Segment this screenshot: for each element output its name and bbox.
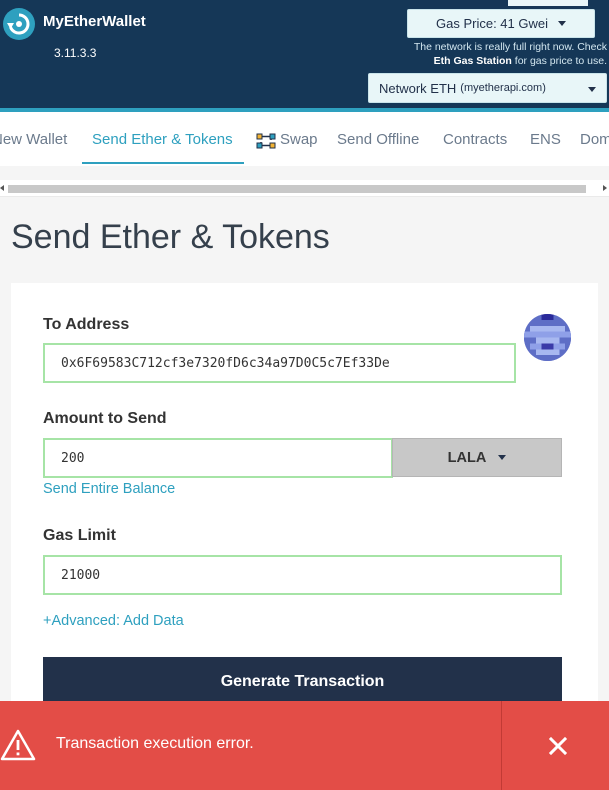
nav-active-underline	[82, 162, 244, 164]
send-entire-balance-link[interactable]: Send Entire Balance	[43, 481, 175, 497]
brand-name: MyEtherWallet	[43, 13, 146, 30]
amount-label: Amount to Send	[43, 410, 167, 427]
close-icon[interactable]	[548, 736, 568, 756]
nav-swap[interactable]: Swap	[280, 131, 318, 148]
network-msg-line1: The network is really full right now. Ch…	[413, 41, 607, 53]
gas-strip	[508, 0, 588, 6]
advanced-add-data-link[interactable]: +Advanced: Add Data	[43, 613, 184, 629]
amount-input[interactable]: 200	[43, 438, 393, 478]
header: MyEtherWallet 3.11.3.3 Gas Price: 41 Gwe…	[0, 0, 609, 112]
nav-scrollbar[interactable]	[0, 180, 609, 197]
gas-price-label: Gas Price: 41 Gwei	[436, 16, 548, 31]
nav-send-offline[interactable]: Send Offline	[337, 131, 419, 148]
to-address-input[interactable]: 0x6F69583C712cf3e7320fD6c34a97D0C5c7Ef33…	[43, 343, 516, 383]
logo-icon[interactable]	[3, 8, 35, 40]
page-title: Send Ether & Tokens	[11, 218, 330, 256]
gas-limit-label: Gas Limit	[43, 527, 116, 544]
nav-send-ether-tokens[interactable]: Send Ether & Tokens	[92, 131, 233, 148]
app-version: 3.11.3.3	[54, 46, 97, 60]
caret-down-icon	[558, 21, 566, 26]
swap-icon[interactable]	[256, 132, 276, 150]
scroll-right-icon[interactable]	[603, 185, 607, 191]
network-label: Network ETH	[379, 80, 457, 96]
nav-contracts[interactable]: Contracts	[443, 131, 507, 148]
nav-domain-sale[interactable]: Domain	[580, 131, 609, 148]
token-dropdown[interactable]: LALA	[392, 438, 562, 477]
nav-ens[interactable]: ENS	[530, 131, 561, 148]
token-symbol: LALA	[447, 449, 487, 466]
error-alert: Transaction execution error.	[0, 701, 609, 790]
scroll-left-icon[interactable]	[0, 185, 4, 191]
alert-message: Transaction execution error.	[56, 735, 254, 752]
gas-price-dropdown[interactable]: Gas Price: 41 Gwei	[407, 9, 595, 38]
generate-transaction-button[interactable]: Generate Transaction	[43, 657, 562, 707]
warning-icon	[0, 728, 36, 762]
alert-divider	[501, 701, 502, 790]
network-msg-line2: for gas price to use.	[511, 55, 607, 67]
to-address-label: To Address	[43, 316, 130, 333]
network-congestion-message: The network is really full right now. Ch…	[367, 40, 607, 68]
eth-gas-station-link[interactable]: Eth Gas Station	[434, 55, 512, 67]
scroll-thumb[interactable]	[8, 185, 586, 193]
identicon-avatar	[524, 314, 571, 361]
caret-down-icon	[498, 455, 507, 460]
network-dropdown[interactable]: Network ETH (myetherapi.com)	[368, 73, 607, 103]
nav-new-wallet[interactable]: New Wallet	[0, 131, 67, 148]
caret-down-icon	[588, 87, 596, 92]
gas-limit-input[interactable]: 21000	[43, 555, 562, 595]
main-nav: New Wallet Send Ether & Tokens Swap Send…	[0, 112, 609, 166]
network-node-label: (myetherapi.com)	[460, 82, 546, 94]
